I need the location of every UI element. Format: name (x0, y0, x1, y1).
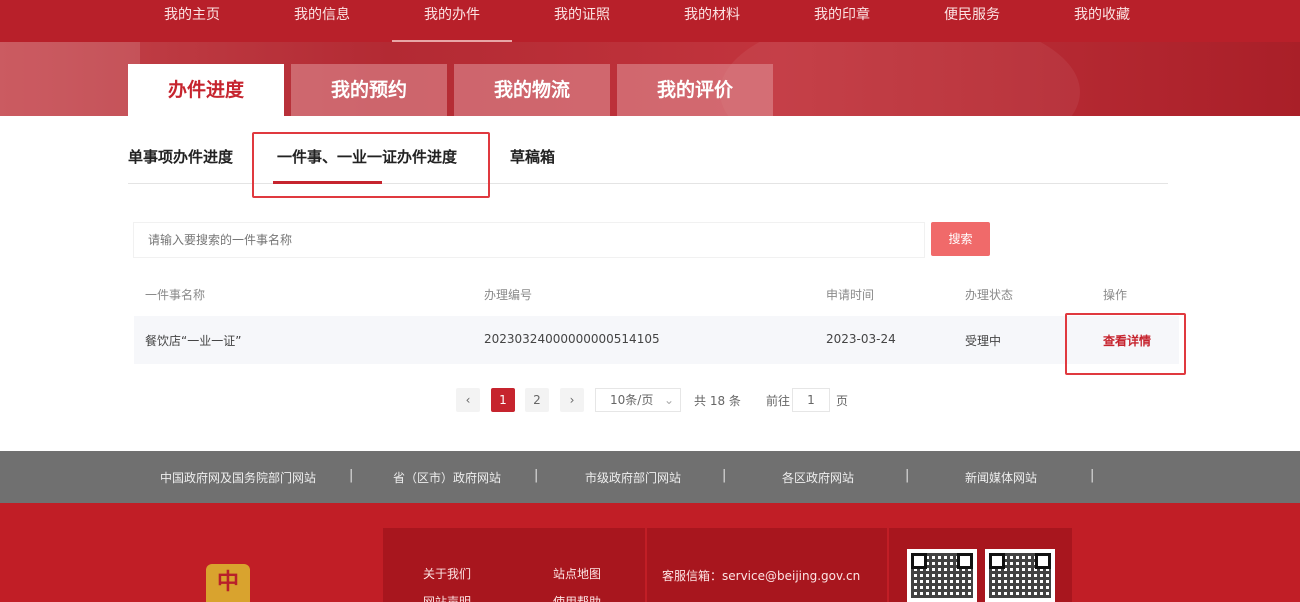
nav-item-seals[interactable]: 我的印章 (782, 0, 902, 42)
tab-progress[interactable]: 办件进度 (128, 64, 284, 116)
tab-appointments[interactable]: 我的预约 (291, 64, 447, 116)
links-separator: | (534, 468, 539, 483)
page-unit-label: 页 (836, 394, 849, 408)
banner-decoration (720, 42, 1080, 116)
page-size-select[interactable]: 10条/页 ⌄ (595, 388, 681, 412)
tab-evaluations[interactable]: 我的评价 (617, 64, 773, 116)
qr-corner (911, 553, 927, 569)
page-button-1[interactable]: 1 (491, 388, 515, 412)
column-header-name: 一件事名称 (145, 288, 206, 302)
goto-label: 前往 (766, 394, 791, 408)
next-page-button[interactable]: › (560, 388, 584, 412)
chevron-down-icon: ⌄ (663, 393, 674, 407)
column-header-number: 办理编号 (484, 288, 533, 302)
column-header-action: 操作 (1103, 288, 1128, 302)
nav-item-info[interactable]: 我的信息 (262, 0, 382, 42)
link-district-gov[interactable]: 各区政府网站 (782, 469, 854, 486)
subtab-single-item[interactable]: 单事项办件进度 (128, 146, 233, 167)
highlight-box-action (1065, 313, 1186, 375)
highlight-box-subtab (252, 132, 490, 198)
cell-status: 受理中 (965, 334, 1002, 348)
top-nav: 我的主页 我的信息 我的办件 我的证照 我的材料 我的印章 便民服务 我的收藏 (0, 0, 1300, 42)
banner-glow (0, 42, 140, 116)
nav-item-services[interactable]: 便民服务 (912, 0, 1032, 42)
link-city-gov[interactable]: 市级政府部门网站 (585, 469, 681, 486)
cell-number: 20230324000000000514105 (484, 332, 660, 346)
page-button-2[interactable]: 2 (525, 388, 549, 412)
links-separator: | (349, 468, 354, 483)
footer-link-sitemap[interactable]: 站点地图 (553, 565, 601, 582)
search-input[interactable] (133, 222, 925, 258)
link-central-gov[interactable]: 中国政府网及国务院部门网站 (160, 469, 316, 486)
links-separator: | (722, 468, 727, 483)
link-province-gov[interactable]: 省（区市）政府网站 (393, 469, 501, 486)
nav-item-cases[interactable]: 我的办件 (392, 0, 512, 42)
emblem-logo: 中 (206, 564, 250, 602)
footer-link-statement[interactable]: 网站声明 (423, 593, 471, 602)
footer-contact-block (647, 528, 887, 602)
total-count: 共 18 条 (694, 394, 741, 408)
nav-item-favorites[interactable]: 我的收藏 (1042, 0, 1162, 42)
links-separator: | (1090, 468, 1095, 483)
subtab-drafts[interactable]: 草稿箱 (510, 146, 555, 167)
page-size-value: 10条/页 (610, 393, 654, 407)
footer: 关于我们 网站声明 站点地图 使用帮助 客服信箱：service@beijing… (0, 503, 1300, 602)
link-news-media[interactable]: 新闻媒体网站 (965, 469, 1037, 486)
tab-logistics[interactable]: 我的物流 (454, 64, 610, 116)
nav-item-home[interactable]: 我的主页 (132, 0, 252, 42)
cell-name: 餐饮店“一业一证” (145, 334, 242, 348)
nav-item-materials[interactable]: 我的材料 (652, 0, 772, 42)
qr-code-icon (907, 549, 977, 602)
footer-link-help[interactable]: 使用帮助 (553, 593, 601, 602)
footer-link-about[interactable]: 关于我们 (423, 565, 471, 582)
links-bar: 中国政府网及国务院部门网站 | 省（区市）政府网站 | 市级政府部门网站 | 各… (0, 451, 1300, 503)
column-header-date: 申请时间 (826, 288, 875, 302)
links-separator: | (905, 468, 910, 483)
qr-corner (1035, 553, 1051, 569)
goto-page-input[interactable]: 1 (792, 388, 830, 412)
service-email: 客服信箱：service@beijing.gov.cn (662, 569, 861, 583)
search-button[interactable]: 搜索 (931, 222, 990, 256)
qr-corner (957, 553, 973, 569)
qr-code-icon (985, 549, 1055, 602)
column-header-status: 办理状态 (965, 288, 1014, 302)
cell-date: 2023-03-24 (826, 332, 896, 346)
nav-item-licenses[interactable]: 我的证照 (522, 0, 642, 42)
prev-page-button[interactable]: ‹ (456, 388, 480, 412)
qr-corner (989, 553, 1005, 569)
